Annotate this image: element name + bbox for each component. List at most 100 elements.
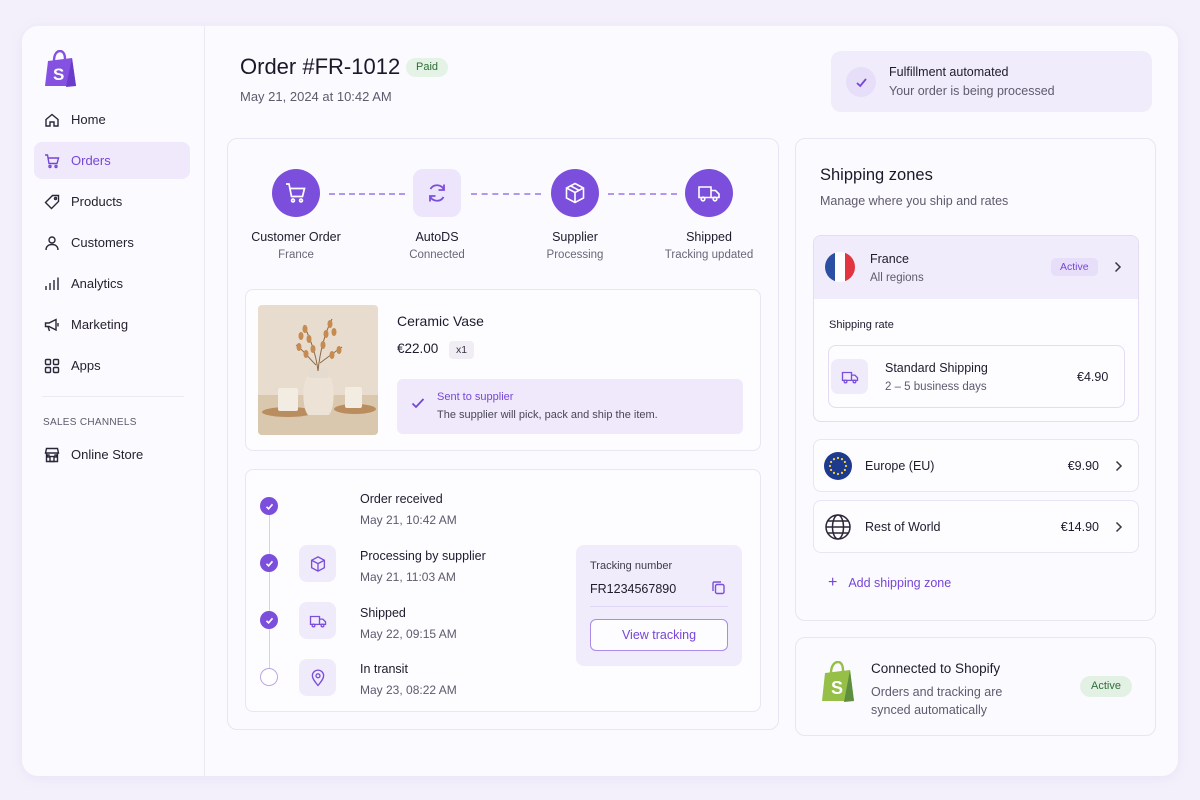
order-details-card: Customer Order France AutoDS Connected S… bbox=[227, 138, 779, 730]
zone-rest-of-world[interactable]: Rest of World €14.90 bbox=[813, 500, 1139, 553]
tag-icon bbox=[44, 194, 60, 210]
timeline-time: May 21, 10:42 AM bbox=[360, 513, 457, 527]
svg-text:S: S bbox=[831, 678, 843, 698]
step-label: Customer Order bbox=[251, 230, 341, 244]
sidebar-item-label: Apps bbox=[71, 358, 101, 373]
timeline-title: Processing by supplier bbox=[360, 549, 486, 563]
zone-price: €9.90 bbox=[1067, 459, 1099, 473]
step-sublabel: Tracking updated bbox=[664, 249, 754, 261]
user-icon bbox=[44, 235, 60, 251]
fulfillment-subtitle: Your order is being processed bbox=[889, 84, 1055, 98]
copy-icon[interactable] bbox=[711, 580, 726, 595]
shipping-zones-subtitle: Manage where you ship and rates bbox=[820, 194, 1009, 208]
add-zone-label: Add shipping zone bbox=[848, 576, 952, 590]
shipping-zones-card: Shipping zones Manage where you ship and… bbox=[795, 138, 1156, 621]
supplier-notice: Sent to supplier The supplier will pick,… bbox=[397, 379, 743, 434]
divider bbox=[590, 606, 728, 607]
sidebar-item-online-store[interactable]: Online Store bbox=[34, 436, 190, 473]
shopify-connection-card: S Connected to Shopify Orders and tracki… bbox=[795, 637, 1156, 736]
zone-name: Europe (EU) bbox=[865, 459, 935, 473]
sidebar-item-label: Marketing bbox=[71, 317, 129, 332]
add-shipping-zone-button[interactable]: + Add shipping zone bbox=[828, 574, 952, 591]
rate-days: 2 – 5 business days bbox=[885, 381, 987, 393]
product-name: Ceramic Vase bbox=[397, 313, 484, 329]
timeline-check-icon bbox=[260, 497, 278, 515]
zone-europe[interactable]: Europe (EU) €9.90 bbox=[813, 439, 1139, 492]
sidebar-item-marketing[interactable]: Marketing bbox=[34, 306, 190, 343]
chevron-right-icon[interactable] bbox=[1113, 261, 1122, 273]
view-tracking-button[interactable]: View tracking bbox=[590, 619, 728, 651]
sidebar-nav: Home Orders Products Customers Analytics… bbox=[34, 101, 190, 388]
status-badge: Paid bbox=[406, 58, 449, 77]
step-sublabel: France bbox=[278, 249, 314, 261]
tracking-label: Tracking number bbox=[590, 560, 673, 572]
sidebar-channels: Online Store bbox=[34, 436, 190, 477]
notice-text: The supplier will pick, pack and ship th… bbox=[437, 409, 658, 421]
chevron-right-icon bbox=[1115, 521, 1123, 533]
step-sublabel: Connected bbox=[409, 249, 465, 261]
step-customer-order: Customer Order France bbox=[226, 169, 366, 261]
shipping-rate-label: Shipping rate bbox=[829, 319, 894, 331]
france-flag-icon bbox=[825, 252, 855, 282]
quantity-badge: x1 bbox=[449, 341, 475, 359]
store-icon bbox=[44, 447, 60, 463]
cart-icon bbox=[272, 169, 320, 217]
location-pin-icon bbox=[299, 659, 336, 696]
app-window: S Home Orders Products Customers Analyti… bbox=[22, 26, 1178, 776]
step-label: Supplier bbox=[552, 230, 598, 244]
sidebar-item-label: Customers bbox=[71, 235, 134, 250]
sidebar: S Home Orders Products Customers Analyti… bbox=[22, 26, 205, 776]
sidebar-item-home[interactable]: Home bbox=[34, 101, 190, 138]
zone-name: France bbox=[870, 252, 909, 266]
sidebar-item-apps[interactable]: Apps bbox=[34, 347, 190, 384]
timeline-time: May 21, 11:03 AM bbox=[360, 570, 456, 584]
cart-icon bbox=[44, 153, 60, 169]
timeline-time: May 22, 09:15 AM bbox=[360, 627, 457, 641]
zone-france: France All regions Active Shipping rate … bbox=[813, 235, 1139, 422]
sidebar-item-label: Online Store bbox=[71, 447, 144, 462]
timeline-check-icon bbox=[260, 554, 278, 572]
sidebar-item-orders[interactable]: Orders bbox=[34, 142, 190, 179]
connection-title: Connected to Shopify bbox=[871, 661, 1001, 676]
sidebar-section-title: SALES CHANNELS bbox=[43, 417, 137, 428]
sidebar-divider bbox=[42, 396, 184, 397]
rate-price: €4.90 bbox=[1077, 370, 1109, 384]
order-date: May 21, 2024 at 10:42 AM bbox=[240, 89, 392, 104]
home-icon bbox=[44, 112, 60, 128]
shopify-logo-icon: S bbox=[822, 661, 854, 702]
box-icon bbox=[551, 169, 599, 217]
shipping-zones-title: Shipping zones bbox=[820, 166, 933, 184]
product-price: €22.00 bbox=[397, 341, 439, 356]
truck-icon bbox=[831, 359, 868, 394]
timeline-time: May 23, 08:22 AM bbox=[360, 683, 457, 697]
check-icon bbox=[411, 398, 425, 409]
step-label: AutoDS bbox=[415, 230, 459, 244]
tracking-panel: Tracking number FR1234567890 View tracki… bbox=[576, 545, 742, 666]
tracking-number: FR1234567890 bbox=[590, 582, 677, 596]
zone-name: Rest of World bbox=[865, 520, 941, 534]
timeline-pending-icon bbox=[260, 668, 278, 686]
product-card: Ceramic Vase €22.00 x1 Sent to supplier … bbox=[245, 289, 761, 451]
sidebar-item-analytics[interactable]: Analytics bbox=[34, 265, 190, 302]
sidebar-item-label: Home bbox=[71, 112, 106, 127]
timeline-title: In transit bbox=[360, 662, 408, 676]
rate-name: Standard Shipping bbox=[885, 361, 988, 375]
step-label: Shipped bbox=[686, 230, 732, 244]
megaphone-icon bbox=[44, 317, 60, 333]
bar-chart-icon bbox=[44, 276, 60, 292]
globe-icon bbox=[825, 514, 851, 540]
box-icon bbox=[299, 545, 336, 582]
status-badge: Active bbox=[1080, 676, 1132, 697]
notice-title: Sent to supplier bbox=[437, 391, 514, 403]
shopify-bag-icon[interactable]: S bbox=[42, 50, 78, 88]
connection-text: Orders and tracking are synced automatic… bbox=[871, 685, 1003, 717]
sidebar-item-products[interactable]: Products bbox=[34, 183, 190, 220]
truck-icon bbox=[299, 602, 336, 639]
zone-france-header[interactable]: France All regions Active bbox=[814, 236, 1138, 299]
apps-grid-icon bbox=[44, 358, 60, 374]
chevron-right-icon bbox=[1115, 460, 1123, 472]
shipping-rate-row[interactable]: Standard Shipping 2 – 5 business days €4… bbox=[828, 345, 1125, 408]
timeline-title: Shipped bbox=[360, 606, 406, 620]
plus-icon: + bbox=[828, 574, 838, 591]
sidebar-item-customers[interactable]: Customers bbox=[34, 224, 190, 261]
